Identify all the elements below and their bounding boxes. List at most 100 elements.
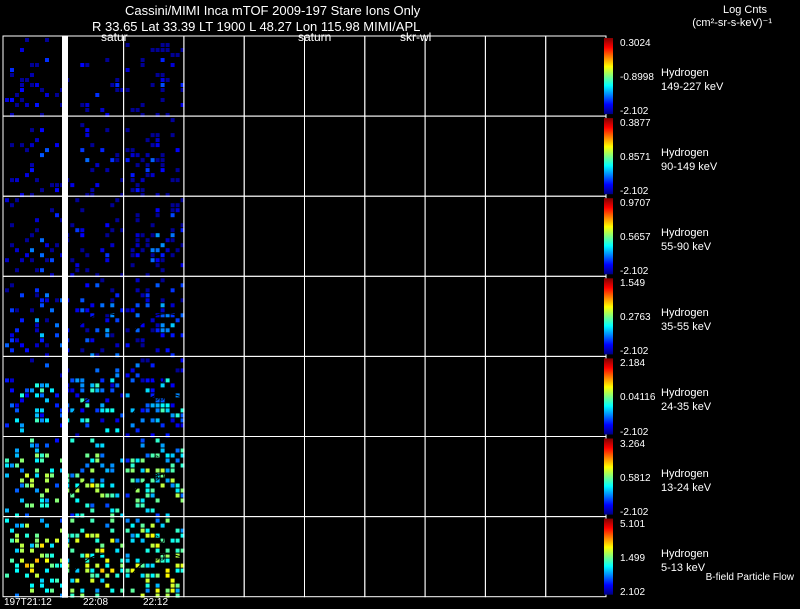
data-pixel <box>85 463 90 468</box>
data-pixel <box>95 388 100 393</box>
data-pixel <box>20 543 24 548</box>
data-pixel <box>140 293 145 298</box>
image-cell <box>484 516 547 598</box>
data-pixel <box>95 573 100 578</box>
data-pixel <box>20 143 24 148</box>
data-pixel <box>115 158 120 163</box>
data-pixel <box>140 438 145 443</box>
data-pixel <box>135 533 140 538</box>
data-pixel <box>55 498 59 503</box>
species-label: Hydrogen 149-227 keV <box>661 67 724 93</box>
image-cell <box>243 355 305 437</box>
image-cell <box>364 115 426 197</box>
data-pixel <box>35 178 39 183</box>
data-pixel <box>85 108 90 112</box>
species-label: Hydrogen 90-149 keV <box>661 147 718 174</box>
data-pixel <box>170 578 175 583</box>
data-pixel <box>25 563 29 568</box>
data-pixel <box>165 588 170 593</box>
colorbar-max: 3.264 <box>620 438 646 450</box>
data-pixel <box>155 283 160 288</box>
data-pixel <box>80 588 85 593</box>
data-pixel <box>55 93 59 97</box>
data-pixel <box>85 568 90 573</box>
data-pixel <box>95 548 100 553</box>
data-pixel <box>165 548 170 553</box>
data-pixel <box>70 533 75 538</box>
data-pixel <box>35 538 39 543</box>
data-pixel <box>160 523 165 528</box>
data-pixel <box>175 318 180 323</box>
data-pixel <box>40 543 44 548</box>
data-pixel <box>135 108 140 112</box>
data-pixel <box>105 253 110 258</box>
data-pixel <box>50 183 54 188</box>
data-pixel <box>125 493 130 498</box>
data-pixel <box>165 43 170 47</box>
image-cell <box>484 35 547 117</box>
data-pixel <box>20 88 24 92</box>
data-pixel <box>10 98 14 102</box>
data-pixel <box>50 578 54 583</box>
data-pixel <box>85 133 90 138</box>
data-pixel <box>150 563 155 568</box>
data-pixel <box>145 453 150 458</box>
data-pixel <box>140 503 145 508</box>
data-pixel <box>5 473 9 478</box>
data-pixel <box>30 233 34 238</box>
data-pixel <box>175 413 180 418</box>
bfield-note: B-field Particle Flow <box>705 572 794 583</box>
data-pixel <box>5 573 9 578</box>
data-pixel <box>165 573 170 578</box>
data-pixel <box>20 498 24 503</box>
data-pixel <box>30 128 34 133</box>
data-pixel <box>155 208 160 213</box>
data-pixel <box>140 338 145 343</box>
data-pixel <box>30 83 34 87</box>
data-pixel <box>150 403 155 408</box>
species-label: Hydrogen 24-35 keV <box>661 387 712 414</box>
data-pixel <box>95 453 100 458</box>
data-pixel <box>85 308 90 313</box>
data-pixel <box>70 588 75 593</box>
data-pixel <box>170 133 175 138</box>
data-pixel <box>15 308 19 313</box>
data-pixel <box>130 533 135 538</box>
data-pixel <box>15 418 19 423</box>
data-pixel <box>145 298 150 303</box>
image-cell <box>304 35 366 117</box>
data-pixel <box>30 443 34 448</box>
data-pixel <box>85 418 90 423</box>
data-pixel <box>165 328 170 333</box>
data-pixel <box>45 558 49 563</box>
data-pixel <box>100 568 105 573</box>
data-pixel <box>40 453 44 458</box>
data-pixel <box>155 573 160 578</box>
data-pixel <box>45 258 49 263</box>
image-cell <box>243 275 305 357</box>
colorbar-mid: 0.04116 <box>620 392 656 404</box>
data-pixel <box>20 398 24 403</box>
data-pixel <box>170 213 175 218</box>
data-pixel <box>155 213 160 218</box>
data-pixel <box>160 403 165 408</box>
data-pixel <box>35 323 39 328</box>
data-pixel <box>125 518 130 523</box>
data-pixel <box>125 458 130 463</box>
data-pixel <box>135 303 140 308</box>
image-cell <box>183 115 245 197</box>
data-pixel <box>105 468 110 473</box>
data-pixel <box>35 408 39 413</box>
data-pixel <box>175 148 180 153</box>
data-pixel <box>160 163 165 168</box>
data-pixel <box>150 258 155 263</box>
data-pixel <box>125 373 130 378</box>
data-pixel <box>105 583 110 588</box>
data-pixel <box>100 348 105 353</box>
data-pixel <box>10 178 14 183</box>
image-cell <box>183 355 245 437</box>
data-pixel <box>170 483 175 488</box>
data-pixel <box>155 233 160 238</box>
data-pixel <box>145 238 150 243</box>
data-pixel <box>100 463 105 468</box>
